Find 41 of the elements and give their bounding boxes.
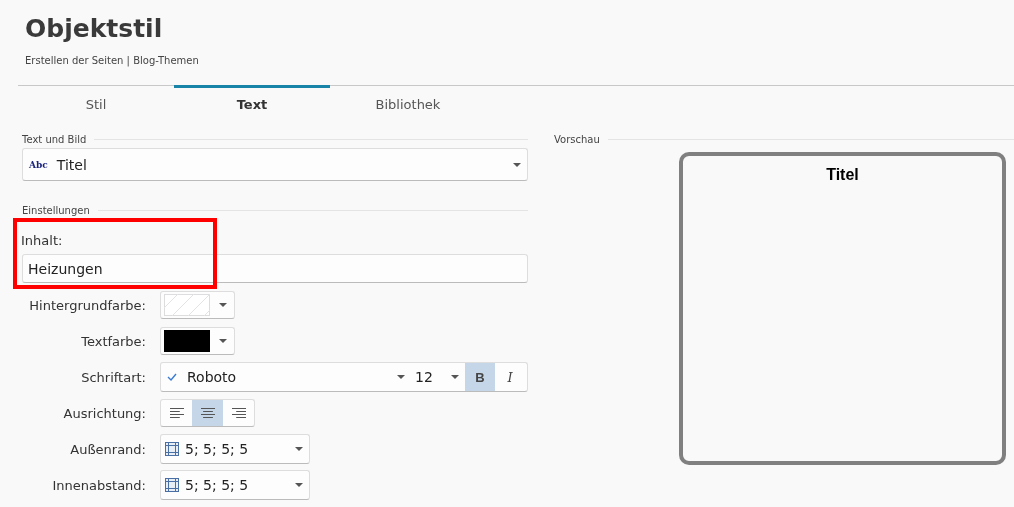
caret-icon (219, 339, 227, 343)
tab[interactable]: Stil (18, 85, 174, 120)
element-dropdown[interactable]: Abc Titel (22, 148, 528, 181)
text-icon: Abc (29, 159, 48, 170)
font-dropdown[interactable]: Roboto (161, 363, 411, 391)
check-icon (167, 373, 177, 381)
breadcrumb: Erstellen der Seiten | Blog-Themen (25, 55, 200, 66)
content-input[interactable]: Heizungen (22, 254, 528, 283)
section-heading: Text und Bild (22, 133, 87, 145)
spacing-dropdown[interactable]: 5; 5; 5; 5 (160, 434, 310, 464)
align-center-button[interactable] (192, 400, 223, 426)
caret-icon (513, 162, 521, 167)
field-label: Schriftart: (80, 369, 146, 385)
section-heading: Einstellungen (22, 204, 90, 216)
caret-icon (295, 483, 303, 487)
field-label: Außenrand: (69, 441, 146, 457)
size-dropdown[interactable]: 12 (411, 363, 465, 391)
spacing-dropdown[interactable]: 5; 5; 5; 5 (160, 470, 310, 500)
align-right-icon (231, 407, 246, 419)
section-heading: Vorschau (554, 133, 600, 145)
field-label: Inhalt: (21, 232, 64, 250)
caret-icon (219, 303, 227, 307)
field-label: Ausrichtung: (62, 405, 146, 421)
field-label: Hintergrundfarbe: (28, 297, 146, 313)
caret-icon (397, 375, 405, 379)
field-label: Innenabstand: (51, 477, 146, 493)
bold-button[interactable]: B (465, 363, 495, 391)
color-picker[interactable] (160, 291, 235, 319)
grid-icon (165, 442, 179, 456)
page-title: Objektstil (25, 13, 164, 45)
preview-title: Titel (826, 166, 859, 184)
caret-icon (295, 447, 303, 451)
caret-icon (451, 375, 459, 379)
tab[interactable]: Bibliothek (330, 85, 486, 120)
color-picker[interactable] (160, 327, 235, 355)
align-center-icon (200, 407, 215, 419)
tab[interactable]: Text (174, 85, 330, 120)
field-label: Textfarbe: (80, 333, 146, 349)
italic-button[interactable]: I (495, 363, 525, 391)
grid-icon (165, 478, 179, 492)
align-left-icon (169, 407, 184, 419)
